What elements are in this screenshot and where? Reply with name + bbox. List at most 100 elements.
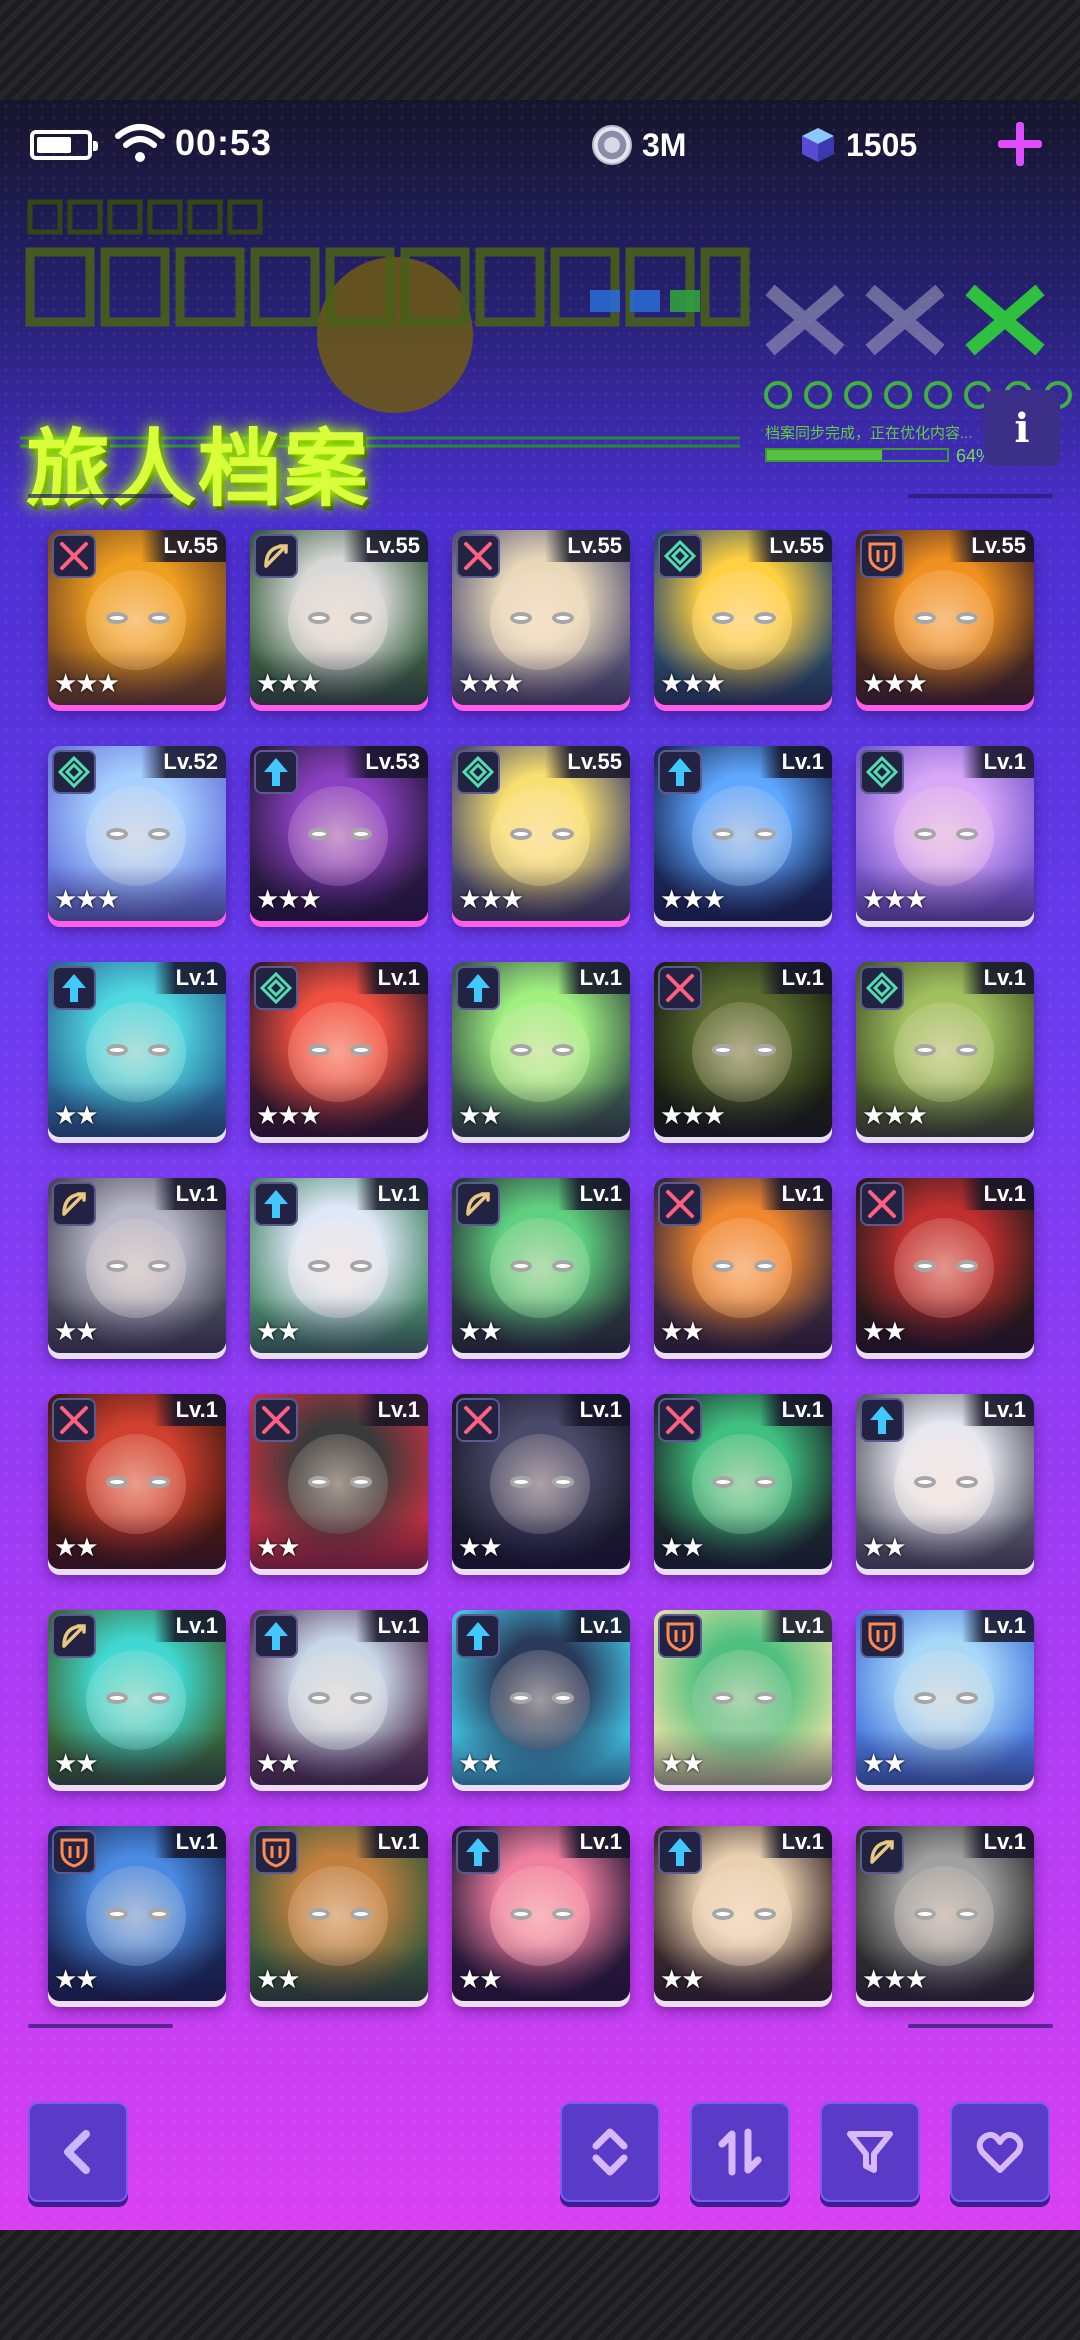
- character-eye: [350, 828, 372, 840]
- star-rating: ★★: [660, 1532, 705, 1562]
- star-rating: ★★★: [660, 668, 726, 698]
- sort-swap-button[interactable]: [690, 2102, 790, 2202]
- character-card[interactable]: Lv.1 ★★★: [856, 1826, 1034, 2001]
- bottom-divider-right: [908, 2020, 1053, 2032]
- arrow-up-icon: [658, 750, 702, 794]
- back-button[interactable]: [28, 2102, 128, 2202]
- character-eye: [106, 612, 128, 624]
- character-card[interactable]: Lv.1 ★★: [654, 1178, 832, 1353]
- character-eye: [956, 612, 978, 624]
- character-card[interactable]: Lv.1 ★★: [856, 1610, 1034, 1785]
- character-card[interactable]: Lv.1 ★★: [250, 1178, 428, 1353]
- crossed-swords-icon: [456, 1398, 500, 1442]
- character-card[interactable]: Lv.1 ★★: [856, 1178, 1034, 1353]
- character-card[interactable]: Lv.1 ★★★: [856, 746, 1034, 921]
- character-card[interactable]: Lv.1 ★★★: [250, 962, 428, 1137]
- character-card[interactable]: Lv.1 ★★: [250, 1610, 428, 1785]
- arrow-up-icon: [456, 1830, 500, 1874]
- character-card[interactable]: Lv.1 ★★: [250, 1394, 428, 1569]
- character-card[interactable]: Lv.1 ★★: [452, 962, 630, 1137]
- character-eye: [712, 1476, 734, 1488]
- character-level: Lv.1: [557, 1610, 630, 1642]
- character-card[interactable]: Lv.55 ★★★: [250, 530, 428, 705]
- character-eye: [754, 1692, 776, 1704]
- character-card[interactable]: Lv.1 ★★: [48, 1178, 226, 1353]
- character-card[interactable]: Lv.55 ★★★: [452, 530, 630, 705]
- character-level: Lv.1: [961, 1394, 1034, 1426]
- diamond-icon: [52, 750, 96, 794]
- character-level: Lv.1: [153, 1610, 226, 1642]
- shield-icon: [52, 1830, 96, 1874]
- character-card[interactable]: Lv.55 ★★★: [856, 530, 1034, 705]
- shield-icon: [254, 1830, 298, 1874]
- top-divider-right: [908, 490, 1053, 502]
- character-eye: [308, 612, 330, 624]
- character-card[interactable]: Lv.1 ★★★: [654, 962, 832, 1137]
- star-rating: ★★: [256, 1532, 301, 1562]
- character-card[interactable]: Lv.1 ★★★: [654, 746, 832, 921]
- character-eye: [106, 1908, 128, 1920]
- character-card[interactable]: Lv.1 ★★: [654, 1394, 832, 1569]
- character-eye: [552, 612, 574, 624]
- diamond-icon: [254, 966, 298, 1010]
- character-card[interactable]: Lv.1 ★★: [48, 1826, 226, 2001]
- character-eye: [308, 828, 330, 840]
- character-card[interactable]: Lv.55 ★★★: [48, 530, 226, 705]
- character-card[interactable]: Lv.1 ★★: [250, 1826, 428, 2001]
- star-rating: ★★: [54, 1964, 99, 1994]
- character-card[interactable]: Lv.52 ★★★: [48, 746, 226, 921]
- character-eye: [956, 1692, 978, 1704]
- character-card[interactable]: Lv.1 ★★: [654, 1610, 832, 1785]
- sort-order-button[interactable]: [560, 2102, 660, 2202]
- banner: 档案同步完成，正在优化内容... 64% 旅人档案: [0, 190, 1080, 518]
- character-card[interactable]: Lv.1 ★★: [452, 1394, 630, 1569]
- arrow-up-icon: [52, 966, 96, 1010]
- swap-arrows-icon: [718, 2128, 762, 2176]
- shield-icon: [658, 1614, 702, 1658]
- star-rating: ★★: [660, 1748, 705, 1778]
- character-card[interactable]: Lv.1 ★★: [452, 1610, 630, 1785]
- character-card[interactable]: Lv.1 ★★: [48, 962, 226, 1137]
- character-card[interactable]: Lv.1 ★★★: [856, 962, 1034, 1137]
- filter-button[interactable]: [820, 2102, 920, 2202]
- character-card[interactable]: Lv.1 ★★: [48, 1394, 226, 1569]
- character-card[interactable]: Lv.1 ★★: [452, 1826, 630, 2001]
- character-eye: [350, 1260, 372, 1272]
- character-card[interactable]: Lv.1 ★★: [856, 1394, 1034, 1569]
- character-eye: [914, 1692, 936, 1704]
- plus-icon[interactable]: [996, 120, 1044, 168]
- character-eye: [754, 1044, 776, 1056]
- star-rating: ★★: [54, 1532, 99, 1562]
- sort-updown-icon: [592, 2128, 628, 2176]
- gem-counter[interactable]: 1505: [800, 122, 917, 168]
- character-eye: [914, 612, 936, 624]
- character-card[interactable]: Lv.1 ★★: [452, 1178, 630, 1353]
- character-eye: [106, 1044, 128, 1056]
- character-eye: [148, 1044, 170, 1056]
- info-button[interactable]: i: [984, 390, 1060, 466]
- coin-counter[interactable]: 3M: [592, 122, 686, 168]
- character-card[interactable]: Lv.1 ★★: [48, 1610, 226, 1785]
- favorite-button[interactable]: [950, 2102, 1050, 2202]
- character-card[interactable]: Lv.55 ★★★: [654, 530, 832, 705]
- character-level: Lv.1: [153, 962, 226, 994]
- character-eye: [552, 828, 574, 840]
- diamond-icon: [456, 750, 500, 794]
- page-title: 旅人档案: [26, 420, 371, 518]
- character-eye: [106, 1260, 128, 1272]
- star-rating: ★★★: [660, 1100, 726, 1130]
- character-card[interactable]: Lv.1 ★★: [654, 1826, 832, 2001]
- character-card[interactable]: Lv.55 ★★★: [452, 746, 630, 921]
- character-level: Lv.1: [557, 1826, 630, 1858]
- character-level: Lv.55: [747, 530, 832, 562]
- character-eye: [106, 1476, 128, 1488]
- character-level: Lv.55: [545, 746, 630, 778]
- star-rating: ★★: [256, 1964, 301, 1994]
- star-rating: ★★★: [458, 668, 524, 698]
- star-rating: ★★★: [256, 1100, 322, 1130]
- sync-progress-bar: [765, 448, 949, 462]
- star-rating: ★★: [862, 1748, 907, 1778]
- character-eye: [510, 1044, 532, 1056]
- character-card[interactable]: Lv.53 ★★★: [250, 746, 428, 921]
- arrow-up-icon: [254, 1614, 298, 1658]
